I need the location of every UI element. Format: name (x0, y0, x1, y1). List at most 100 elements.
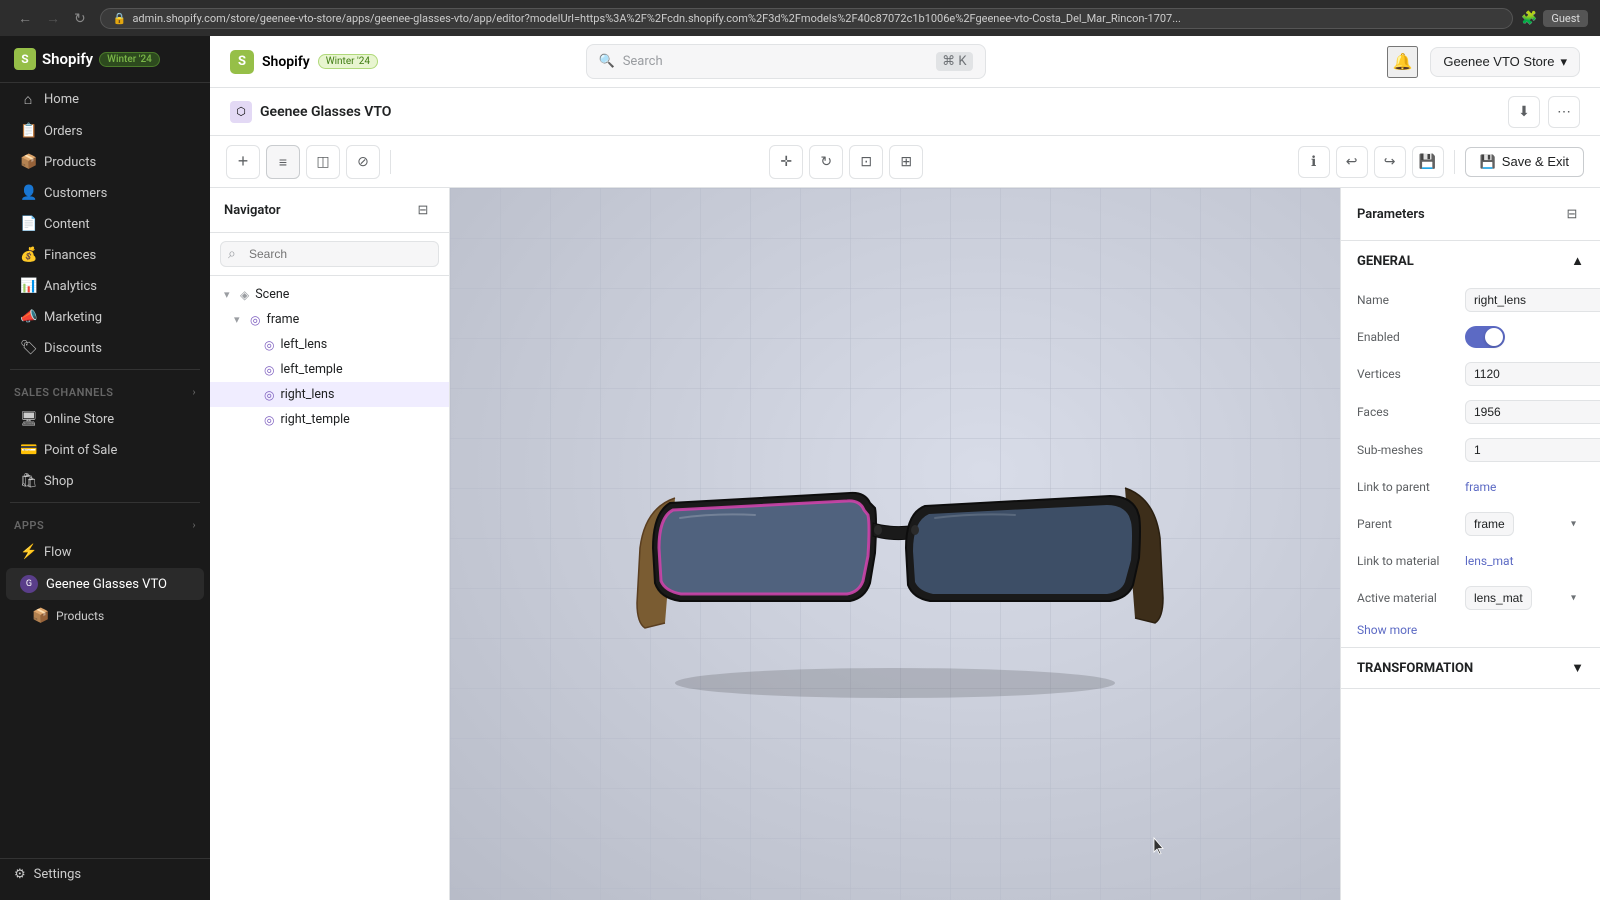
search-placeholder: Search (623, 54, 928, 69)
forward-button[interactable]: → (40, 8, 66, 29)
params-general-section: GENERAL ▲ Name Enabled (1341, 241, 1600, 648)
params-general-label: GENERAL (1357, 254, 1414, 269)
sidebar-settings-label: Settings (34, 867, 81, 882)
url-bar[interactable]: 🔒 admin.shopify.com/store/geenee-vto-sto… (100, 8, 1513, 29)
layers-button[interactable]: ◫ (306, 145, 340, 179)
material-button[interactable]: ⊘ (346, 145, 380, 179)
undo-button[interactable]: ↩ (1336, 146, 1368, 178)
scale-tool-button[interactable]: ⊡ (849, 145, 883, 179)
list-view-button[interactable]: ≡ (266, 145, 300, 179)
move-tool-button[interactable]: ✛ (769, 145, 803, 179)
params-row-link-parent: Link to parent frame (1341, 469, 1600, 505)
params-link-parent[interactable]: frame (1465, 480, 1496, 494)
params-input-name[interactable] (1465, 288, 1600, 312)
viewport[interactable] (450, 188, 1340, 900)
notification-bell[interactable]: 🔔 (1387, 46, 1419, 78)
apps-expand[interactable]: › (192, 520, 196, 531)
shopify-logo: S Shopify Winter '24 (14, 48, 160, 70)
sidebar-item-products[interactable]: 📦 Products (6, 147, 204, 177)
add-button[interactable]: + (226, 145, 260, 179)
params-title: Parameters (1357, 207, 1425, 222)
sidebar-products-label: Products (44, 155, 96, 170)
winter-badge: Winter '24 (99, 52, 160, 67)
navigator-search-area (210, 233, 449, 276)
sidebar-item-analytics[interactable]: 📊 Analytics (6, 271, 204, 301)
tree-item-right-temple[interactable]: · ◎ right_temple (210, 407, 449, 432)
sidebar-item-content[interactable]: 📄 Content (6, 209, 204, 239)
sidebar-item-flow[interactable]: ⚡ Flow (6, 537, 204, 567)
sidebar-item-discounts[interactable]: 🏷 Discounts (6, 333, 204, 363)
content-area: S Shopify Winter '24 🔍 Search ⌘ K 🔔 Geen… (210, 36, 1600, 900)
params-row-link-material: Link to material lens_mat (1341, 543, 1600, 579)
search-icon: 🔍 (599, 54, 615, 69)
products-sub-icon: 📦 (32, 608, 48, 624)
sidebar-item-orders[interactable]: 📋 Orders (6, 116, 204, 146)
transform-tool-button[interactable]: ⊞ (889, 145, 923, 179)
sidebar-item-shop[interactable]: 🛍 Shop (6, 466, 204, 496)
navigator-search-input[interactable] (220, 241, 439, 267)
search-bar[interactable]: 🔍 Search ⌘ K (586, 44, 986, 79)
navigator-filter-button[interactable]: ⊟ (411, 198, 435, 222)
params-filter-button[interactable]: ⊟ (1560, 202, 1584, 226)
tree-item-left-temple[interactable]: · ◎ left_temple (210, 357, 449, 382)
left-lens-icon: ◎ (264, 338, 274, 352)
sidebar-analytics-label: Analytics (44, 279, 97, 294)
sidebar-item-customers[interactable]: 👤 Customers (6, 178, 204, 208)
save-exit-button[interactable]: 💾 Save & Exit (1465, 147, 1584, 177)
sidebar-content-label: Content (44, 217, 90, 232)
back-button[interactable]: ← (12, 8, 38, 29)
store-name-button[interactable]: Geenee VTO Store ▾ (1430, 47, 1580, 77)
sidebar-item-geenee[interactable]: G Geenee Glasses VTO (6, 568, 204, 600)
info-button[interactable]: ℹ (1298, 146, 1330, 178)
right-temple-icon: ◎ (264, 413, 274, 427)
sidebar-item-finances[interactable]: 💰 Finances (6, 240, 204, 270)
tree-item-right-lens[interactable]: · ◎ right_lens (210, 382, 449, 407)
sidebar-item-marketing[interactable]: 📣 Marketing (6, 302, 204, 332)
more-options-button[interactable]: ⋯ (1548, 96, 1580, 128)
sales-channels-expand[interactable]: › (192, 387, 196, 398)
rotate-tool-button[interactable]: ↻ (809, 145, 843, 179)
sidebar-item-point-of-sale[interactable]: 💳 Point of Sale (6, 435, 204, 465)
params-transformation-header[interactable]: TRANSFORMATION ▼ (1341, 648, 1600, 688)
tree-item-frame[interactable]: ▾ ◎ frame (210, 307, 449, 332)
sidebar-nav: ⌂ Home 📋 Orders 📦 Products 👤 Customers 📄… (0, 83, 210, 858)
redo-button[interactable]: ↪ (1374, 146, 1406, 178)
save-file-button[interactable]: 💾 (1412, 146, 1444, 178)
sidebar-home-label: Home (44, 92, 79, 107)
sidebar-item-products-sub[interactable]: 📦 Products (6, 601, 204, 631)
params-select-parent[interactable]: frame (1465, 512, 1514, 536)
url-text: admin.shopify.com/store/geenee-vto-store… (132, 12, 1181, 25)
params-toggle-enabled[interactable] (1465, 326, 1505, 348)
params-label-vertices: Vertices (1357, 367, 1457, 381)
finances-icon: 💰 (20, 247, 36, 263)
params-input-faces[interactable] (1465, 400, 1600, 424)
browser-extension-icon: 🧩 (1521, 11, 1537, 26)
toolbar-divider-1 (390, 150, 391, 174)
online-store-icon: 🖥 (20, 411, 36, 427)
params-select-material[interactable]: lens_mat (1465, 586, 1532, 610)
admin-logo-area: S Shopify Winter '24 (230, 50, 378, 74)
shopify-admin-name: Shopify (262, 54, 310, 70)
browser-topbar: ← → ↻ 🔒 admin.shopify.com/store/geenee-v… (0, 0, 1600, 36)
params-link-material[interactable]: lens_mat (1465, 554, 1514, 568)
tree-item-scene[interactable]: ▾ ◈ Scene (210, 282, 449, 307)
sidebar-settings[interactable]: ⚙ Settings (0, 858, 210, 890)
tree-item-left-lens[interactable]: · ◎ left_lens (210, 332, 449, 357)
params-input-submeshes[interactable] (1465, 438, 1600, 462)
left-temple-icon: ◎ (264, 363, 274, 377)
params-general-header[interactable]: GENERAL ▲ (1341, 241, 1600, 281)
sidebar-item-home[interactable]: ⌂ Home (6, 84, 204, 115)
page-content: ⬡ Geenee Glasses VTO ⬇ ⋯ + ≡ ◫ ⊘ ✛ ↻ (210, 88, 1600, 900)
params-select-material-wrap: lens_mat (1465, 586, 1584, 610)
browser-profile: 🧩 Guest (1521, 10, 1588, 27)
sidebar-item-online-store[interactable]: 🖥 Online Store (6, 404, 204, 434)
refresh-button[interactable]: ↻ (68, 8, 92, 29)
params-input-vertices[interactable] (1465, 362, 1600, 386)
params-label-parent: Parent (1357, 517, 1457, 531)
show-more-button[interactable]: Show more (1341, 617, 1600, 647)
params-row-enabled: Enabled (1341, 319, 1600, 355)
guest-label: Guest (1543, 10, 1588, 27)
tree-left-temple-label: left_temple (280, 362, 342, 377)
download-button[interactable]: ⬇ (1508, 96, 1540, 128)
admin-header-right: 🔔 Geenee VTO Store ▾ (1387, 46, 1581, 78)
